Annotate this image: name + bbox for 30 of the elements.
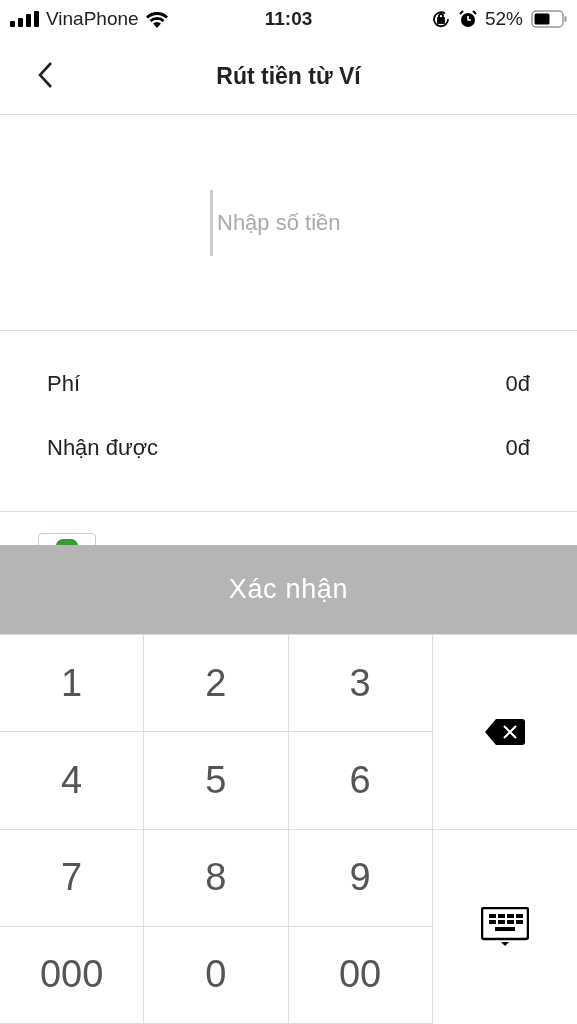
text-cursor [210, 189, 213, 256]
keypad-key[interactable]: 00 [288, 926, 433, 1024]
keypad-key[interactable]: 000 [0, 926, 145, 1024]
keypad-key[interactable]: 5 [144, 732, 289, 830]
signal-icon [10, 11, 40, 27]
rotation-lock-icon [431, 9, 451, 29]
summary-value: 0đ [505, 435, 530, 461]
keypad-key[interactable]: 0 [144, 926, 289, 1024]
battery-icon [531, 10, 567, 28]
keypad-key[interactable]: 9 [288, 829, 433, 927]
keypad-key[interactable]: 1 [0, 635, 145, 733]
backspace-icon [483, 716, 526, 747]
summary-value: 0đ [505, 371, 530, 397]
keypad-key[interactable]: 2 [144, 635, 289, 733]
carrier-name: VinaPhone [46, 6, 139, 31]
amount-field[interactable]: Nhập số tiền [217, 206, 367, 239]
keypad-key[interactable]: 4 [0, 732, 145, 830]
wifi-icon [144, 10, 169, 28]
clock-time: 11:03 [264, 6, 313, 31]
back-icon [37, 61, 53, 89]
keypad-key[interactable]: 6 [288, 732, 433, 830]
summary-label: Phí [47, 371, 81, 397]
screen-title: Rút tiền từ Ví [216, 61, 361, 91]
keypad-key[interactable]: 7 [0, 829, 145, 927]
summary-label: Nhận được [47, 435, 159, 461]
keypad-key[interactable]: 8 [144, 829, 289, 927]
keyboard-icon [480, 906, 529, 947]
battery-percent: 52% [485, 6, 523, 31]
alarm-icon [459, 10, 477, 28]
keypad-key[interactable]: 3 [288, 635, 433, 733]
